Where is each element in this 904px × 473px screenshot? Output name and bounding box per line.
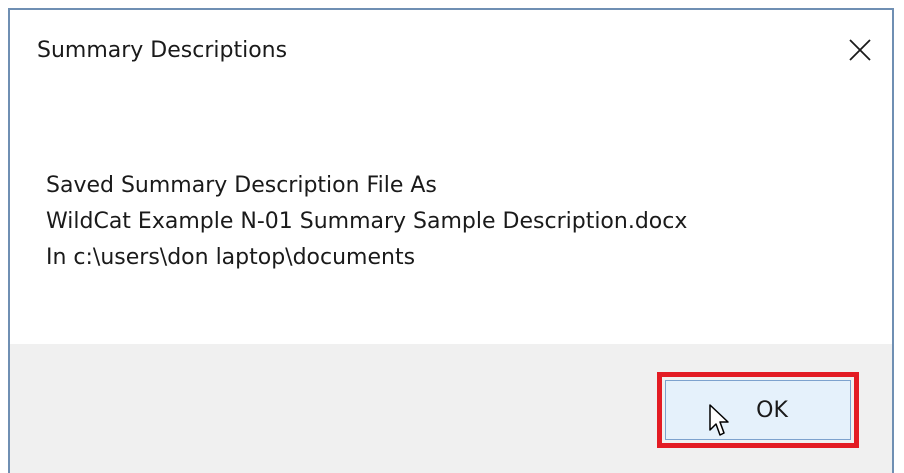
dialog-title: Summary Descriptions (37, 38, 288, 63)
close-icon (849, 39, 871, 61)
dialog-message: Saved Summary Description File As WildCa… (46, 168, 687, 276)
close-button[interactable] (840, 32, 880, 68)
message-dialog: Summary Descriptions Saved Summary Descr… (8, 8, 894, 473)
dialog-footer: OK (10, 344, 892, 473)
message-line-2: WildCat Example N-01 Summary Sample Desc… (46, 209, 688, 234)
ok-button-highlight (657, 372, 859, 448)
mouse-pointer-icon (709, 404, 729, 436)
message-line-1: Saved Summary Description File As (46, 173, 437, 198)
message-line-3: In c:\users\don laptop\documents (46, 245, 416, 270)
